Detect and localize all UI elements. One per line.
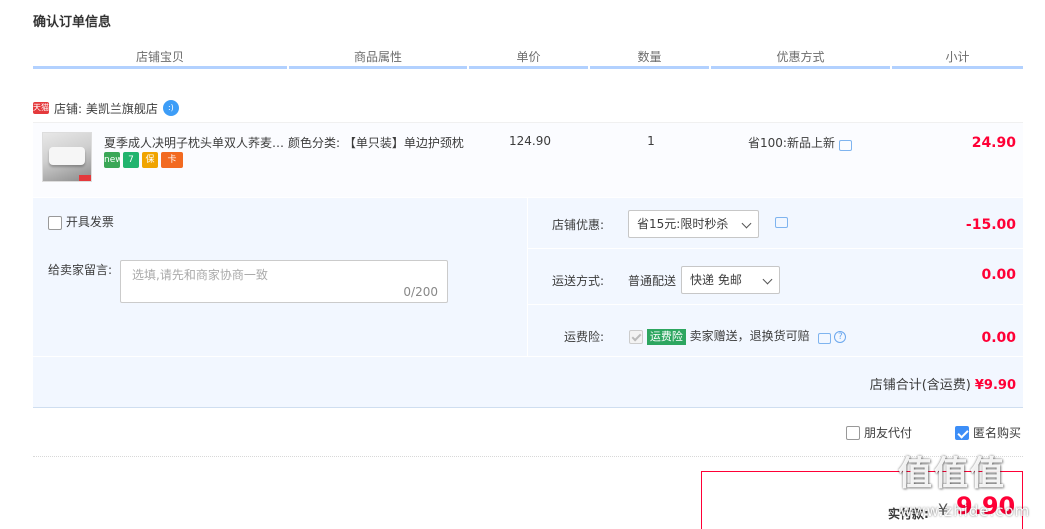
watermark-logo: 值值值 [898,454,1006,494]
delivery-label: 运送方式: [552,274,605,288]
delivery-select[interactable]: 快递 免邮 [681,266,780,294]
invoice-option[interactable]: 开具发票 [48,213,114,230]
shop-discount-select[interactable]: 省15元:限时秒杀 [628,210,759,238]
anonymous-label: 匿名购买 [973,426,1022,440]
shop-total-amount: ¥9.90 [974,378,1016,393]
divider [33,456,1023,457]
delivery-value: 快递 免邮 [690,273,742,287]
insurance-checkbox [629,329,643,344]
comment-icon[interactable] [817,333,831,344]
panel-divider [527,198,528,356]
order-options-panel: 开具发票 给卖家留言: 选填,请先和商家协商一致 0/200 店铺优惠: 省15… [33,198,1023,408]
product-thumbnail[interactable] [42,132,92,182]
insurance-label: 运费险: [564,330,605,344]
pillow-image [49,147,85,165]
message-placeholder: 选填,请先和商家协商一致 [132,268,268,282]
column-header-attributes: 商品属性 [353,50,402,64]
column-underline [469,66,588,69]
column-header-unit-price: 单价 [516,50,541,64]
product-sku: 颜色分类: 【单只装】单边护颈枕 [288,136,464,150]
watermark-url: www.zhide.com [900,502,1031,520]
insurance-text: 卖家赠送，退换货可赔 [689,329,810,343]
promotion-text: 省100:新品上新 [748,136,835,150]
shop-total-label: 店铺合计(含运费) [869,378,971,393]
guarantee-icon[interactable]: 保 [142,152,158,168]
product-name-link[interactable]: 夏季成人决明子枕头单双人荞麦… [104,134,284,151]
chevron-down-icon [741,218,752,229]
shop-discount-value: 省15元:限时秒杀 [637,217,729,231]
shop-discount-amount: -15.00 [965,217,1016,233]
row-divider [527,248,1023,249]
row-divider [527,304,1023,305]
comment-icon[interactable] [775,217,788,228]
column-header-quantity: 数量 [637,50,662,64]
seven-day-return-icon[interactable]: 7 [123,152,139,168]
invoice-label: 开具发票 [65,215,114,229]
message-char-count: 0/200 [403,285,438,299]
shop-name-link[interactable]: 店铺: 美凯兰旗舰店 [54,100,158,117]
help-icon[interactable]: ? [834,330,847,343]
new-badge-icon[interactable]: new [104,152,123,168]
thumbnail-tag [79,175,91,181]
friend-pay-checkbox[interactable] [846,425,860,440]
card-payment-icon[interactable]: 卡 [161,152,183,168]
insurance-amount: 0.00 [981,330,1016,346]
column-header-shop-item: 店铺宝贝 [135,50,184,64]
anonymous-option[interactable]: 匿名购买 [955,424,1021,441]
friend-pay-option[interactable]: 朋友代付 [846,424,912,441]
insurance-tag: 运费险 [646,328,686,345]
invoice-checkbox[interactable] [48,215,62,230]
column-underline [33,66,287,69]
delivery-type: 普通配送 [628,274,677,288]
unit-price: 124.90 [509,134,551,148]
table-header: 店铺宝贝 商品属性 单价 数量 优惠方式 小计 [33,48,1023,68]
column-underline [892,66,1023,69]
chat-bubble-icon[interactable]: :) [162,100,179,116]
shop-total: 店铺合计(含运费) ¥9.90 [870,374,1016,393]
comment-icon[interactable] [838,140,852,151]
chevron-down-icon [762,274,773,285]
message-label: 给卖家留言: [48,263,113,277]
shop-discount-label: 店铺优惠: [552,218,605,232]
item-subtotal: 24.90 [971,135,1016,151]
quantity: 1 [647,134,655,148]
column-header-subtotal: 小计 [945,50,970,64]
service-badges: new 7 保 卡 [104,152,183,168]
column-underline [711,66,890,69]
item-row: 夏季成人决明子枕头单双人荞麦… new 7 保 卡 颜色分类: 【单只装】单边护… [33,122,1023,197]
insurance-option: 运费险 卖家赠送，退换货可赔 ? [629,327,847,345]
delivery-amount: 0.00 [981,267,1016,283]
seller-message-input[interactable]: 选填,请先和商家协商一致 0/200 [120,260,448,303]
column-underline [289,66,467,69]
anonymous-checkbox[interactable] [955,425,969,440]
tmall-icon: 天猫 [33,102,49,114]
page-title: 确认订单信息 [33,15,112,30]
column-underline [590,66,709,69]
row-divider [33,356,1023,357]
friend-pay-label: 朋友代付 [864,426,913,440]
shop-header: 天猫 店铺: 美凯兰旗舰店 :) [33,99,179,117]
column-header-discount: 优惠方式 [776,50,825,64]
promotion: 省100:新品上新 [748,134,852,151]
